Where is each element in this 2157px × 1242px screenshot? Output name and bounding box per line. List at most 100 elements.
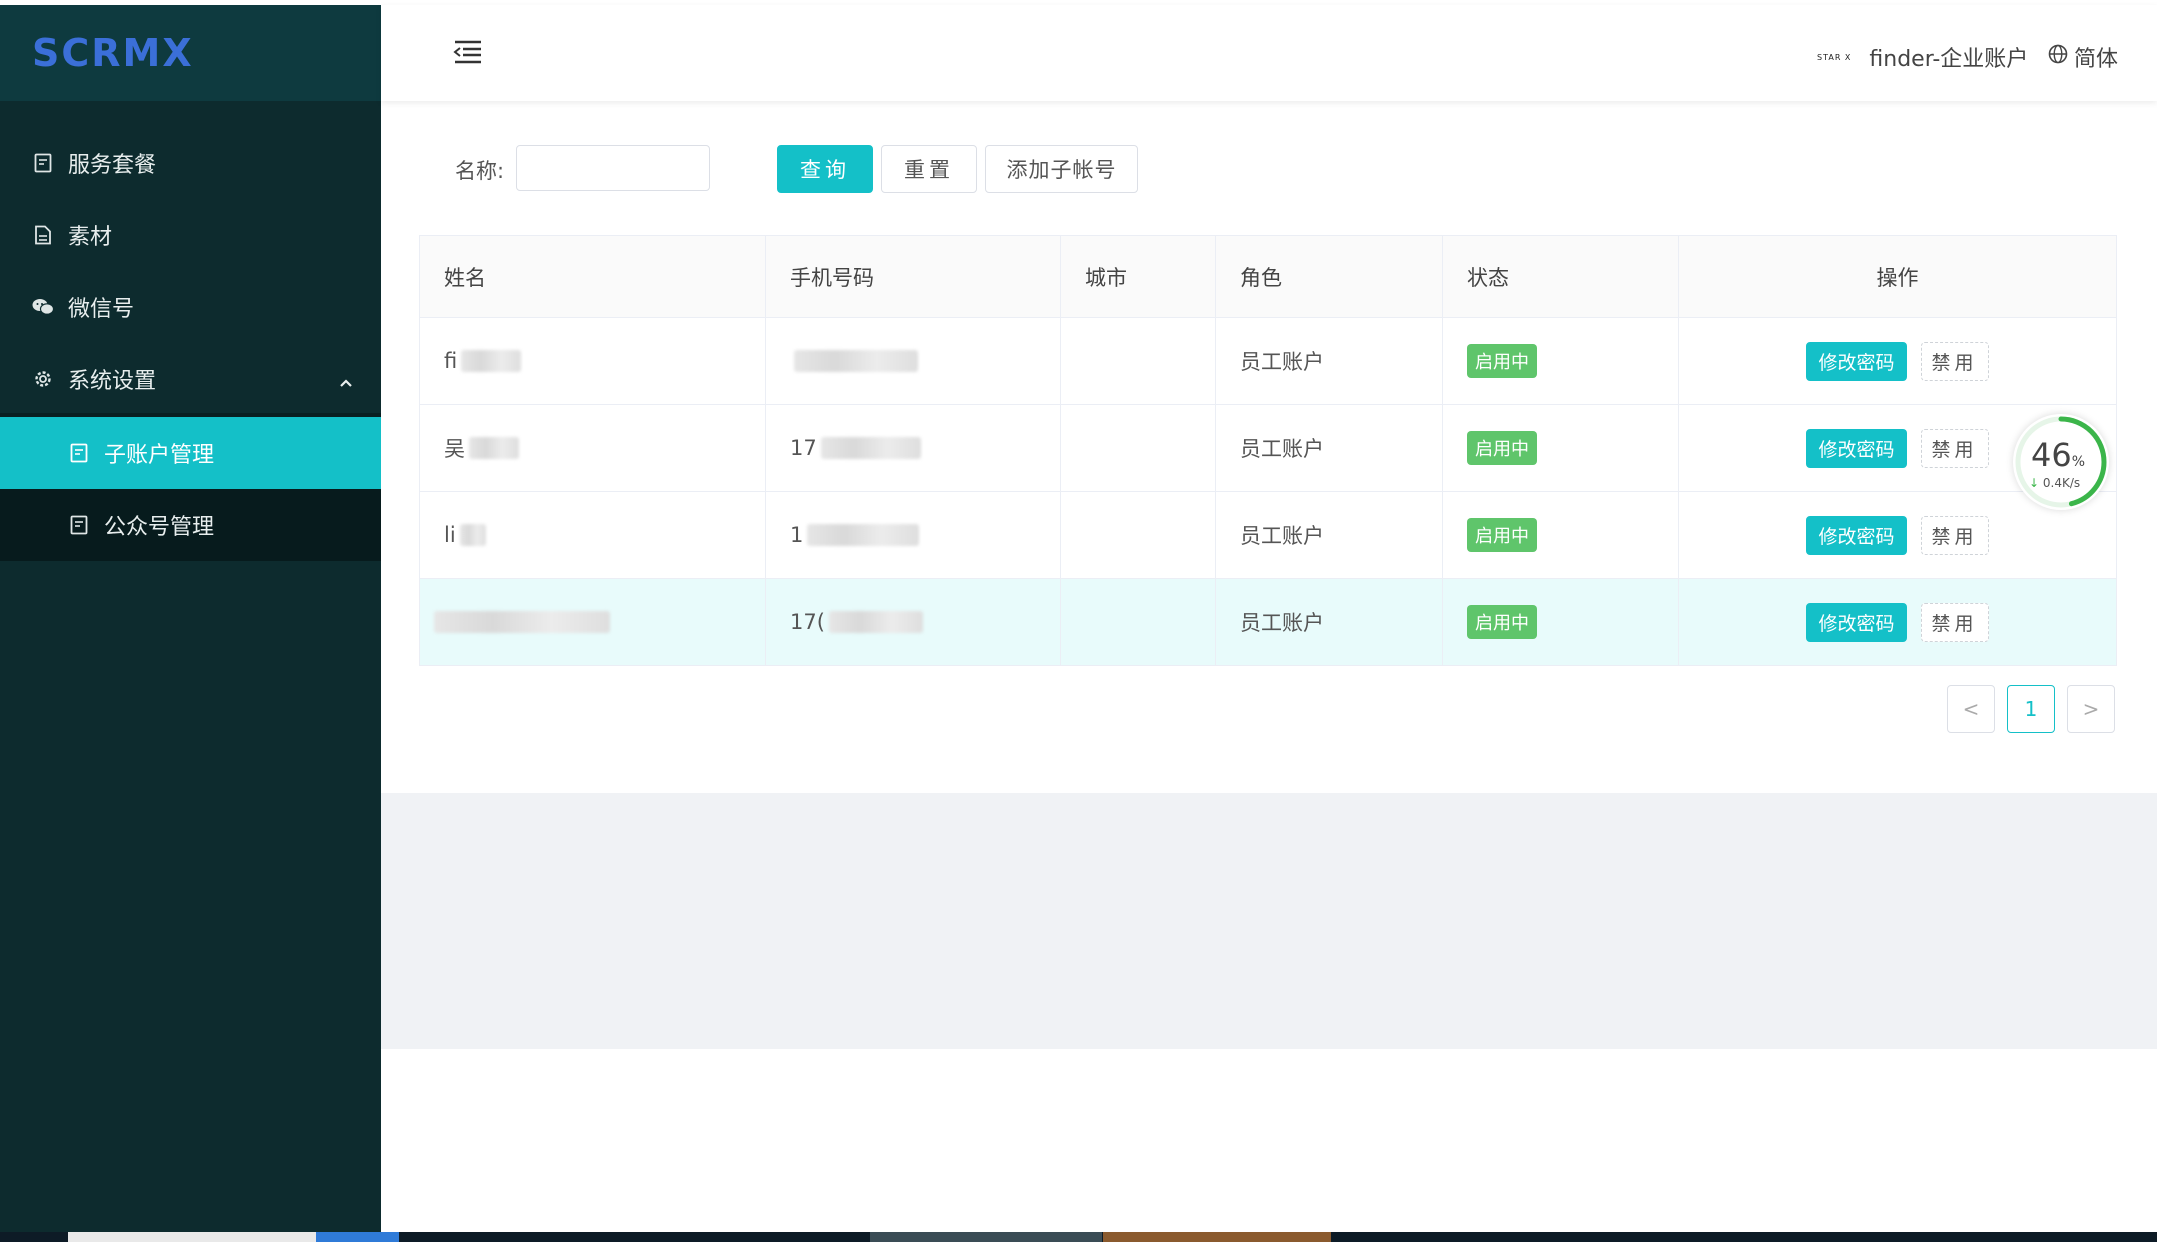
phone-text: 1 — [790, 523, 804, 547]
phone-cell: 17( — [766, 579, 1061, 665]
taskbar-item[interactable] — [1103, 1232, 1331, 1242]
table-row: 吴 17 员工账户 启用中 修改密码 禁用 — [420, 405, 2116, 492]
sidebar-item-sub-accounts[interactable]: 子账户管理 — [0, 417, 381, 489]
clipboard-icon — [68, 442, 90, 464]
column-header-actions: 操作 — [1876, 265, 1919, 290]
name-text: li — [444, 523, 456, 547]
pagination-page-1[interactable]: 1 — [2007, 685, 2055, 733]
actions-cell: 修改密码 禁用 — [1679, 318, 2116, 404]
add-sub-account-button[interactable]: 添加子帐号 — [985, 145, 1138, 193]
table-row: li 1 员工账户 启用中 修改密码 禁用 — [420, 492, 2116, 579]
change-password-button[interactable]: 修改密码 — [1806, 341, 1907, 381]
language-switcher[interactable]: 简体 — [2048, 41, 2118, 73]
phone-cell — [766, 318, 1061, 404]
sidebar: SCRMX 服务套餐 素材 微信号 系统设置 子账户管理 公众号管理 — [0, 5, 381, 1232]
logo-text: SCRMX — [32, 31, 194, 75]
city-cell — [1061, 318, 1216, 404]
taskbar-item[interactable] — [870, 1232, 1102, 1242]
change-password-button[interactable]: 修改密码 — [1806, 602, 1907, 642]
disable-button[interactable]: 禁用 — [1920, 602, 1989, 642]
name-cell: li — [420, 492, 766, 578]
redacted-phone — [807, 524, 920, 546]
status-cell: 启用中 — [1443, 579, 1679, 665]
taskbar-item[interactable] — [316, 1232, 399, 1242]
column-header-role: 角色 — [1216, 236, 1443, 317]
redacted-phone — [828, 611, 923, 633]
document-icon — [32, 224, 54, 246]
sidebar-item-label: 微信号 — [68, 297, 135, 322]
redacted-name — [461, 350, 522, 372]
status-badge: 启用中 — [1467, 605, 1537, 639]
city-cell — [1061, 579, 1216, 665]
account-menu[interactable]: STAR X finder-企业账户 — [1817, 41, 2028, 73]
sidebar-item-service-plans[interactable]: 服务套餐 — [0, 127, 381, 199]
os-taskbar — [0, 1232, 2157, 1242]
role-cell: 员工账户 — [1216, 492, 1443, 578]
account-name: finder-企业账户 — [1869, 47, 2029, 72]
phone-cell: 1 — [766, 492, 1061, 578]
globe-icon — [2048, 44, 2074, 70]
network-speed-widget[interactable]: 46% ↓ 0.4K/s — [2013, 414, 2109, 510]
top-header: STAR X finder-企业账户 简体 — [381, 5, 2157, 101]
redacted-phone — [820, 437, 921, 459]
sidebar-item-label: 素材 — [68, 225, 113, 250]
status-badge: 启用中 — [1467, 431, 1537, 465]
change-password-button[interactable]: 修改密码 — [1806, 515, 1907, 555]
status-cell: 启用中 — [1443, 492, 1679, 578]
name-text: 吴 — [444, 437, 465, 461]
pagination-prev-button[interactable]: < — [1947, 685, 1995, 733]
sidebar-item-label: 系统设置 — [68, 369, 157, 394]
column-header-status: 状态 — [1443, 236, 1679, 317]
chevron-up-icon — [339, 369, 353, 394]
status-cell: 启用中 — [1443, 318, 1679, 404]
name-cell: fi — [420, 318, 766, 404]
redacted-phone — [794, 350, 918, 372]
column-header-name: 姓名 — [420, 236, 766, 317]
sidebar-item-system-settings[interactable]: 系统设置 — [0, 343, 381, 415]
actions-cell: 修改密码 禁用 — [1679, 579, 2116, 665]
role-cell: 员工账户 — [1216, 405, 1443, 491]
name-search-input[interactable] — [516, 145, 710, 191]
sidebar-item-label: 服务套餐 — [68, 153, 157, 178]
sidebar-item-materials[interactable]: 素材 — [0, 199, 381, 271]
column-header-phone: 手机号码 — [766, 236, 1061, 317]
redacted-name — [459, 524, 486, 546]
account-logo: STAR X — [1817, 52, 1852, 62]
clipboard-icon — [32, 152, 54, 174]
column-header-city: 城市 — [1061, 236, 1216, 317]
redacted-name — [469, 437, 519, 459]
wechat-icon — [32, 296, 54, 318]
taskbar-item[interactable] — [68, 1232, 316, 1242]
name-cell — [420, 579, 766, 665]
language-label: 简体 — [2074, 47, 2119, 72]
pagination-next-button[interactable]: > — [2067, 685, 2115, 733]
speed-percent: 46% — [2031, 436, 2086, 474]
disable-button[interactable]: 禁用 — [1920, 428, 1989, 468]
phone-cell: 17 — [766, 405, 1061, 491]
clipboard-icon — [68, 514, 90, 536]
name-cell: 吴 — [420, 405, 766, 491]
city-cell — [1061, 405, 1216, 491]
table-header-row: 姓名 手机号码 城市 角色 状态 操作 — [420, 236, 2116, 318]
speed-rate: ↓ 0.4K/s — [2029, 476, 2081, 490]
sidebar-item-label: 公众号管理 — [104, 515, 215, 540]
reset-button[interactable]: 重置 — [881, 145, 977, 193]
role-cell: 员工账户 — [1216, 579, 1443, 665]
disable-button[interactable]: 禁用 — [1920, 515, 1989, 555]
status-cell: 启用中 — [1443, 405, 1679, 491]
sidebar-item-official-accounts[interactable]: 公众号管理 — [0, 489, 381, 561]
menu-collapse-icon[interactable] — [453, 39, 483, 65]
query-button[interactable]: 查询 — [777, 145, 873, 193]
status-badge: 启用中 — [1467, 344, 1537, 378]
sidebar-item-wechat[interactable]: 微信号 — [0, 271, 381, 343]
disable-button[interactable]: 禁用 — [1920, 341, 1989, 381]
gear-icon — [32, 368, 54, 390]
arrow-down-icon: ↓ — [2029, 476, 2040, 490]
table-row: 17( 员工账户 启用中 修改密码 禁用 — [420, 579, 2116, 666]
phone-text: 17( — [790, 610, 825, 634]
name-text: fi — [444, 349, 458, 373]
change-password-button[interactable]: 修改密码 — [1806, 428, 1907, 468]
redacted-name — [434, 611, 610, 633]
sidebar-item-label: 子账户管理 — [104, 443, 215, 468]
content-footer-area — [381, 793, 2157, 1049]
